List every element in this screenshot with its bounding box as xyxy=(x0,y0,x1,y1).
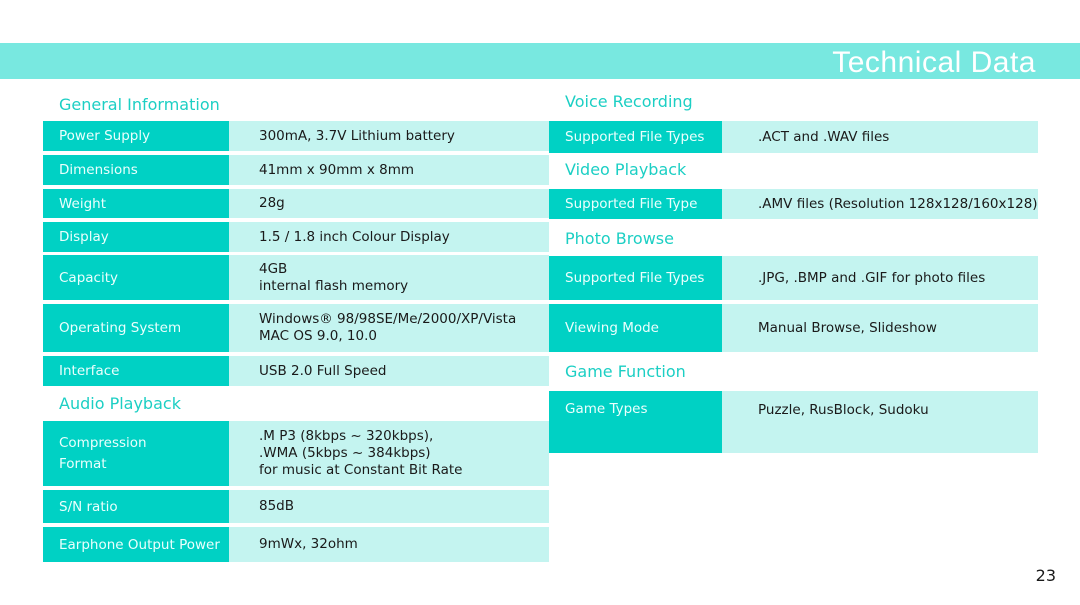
spec-row-video-file-type: Supported File Type .AMV files (Resoluti… xyxy=(549,189,1038,219)
spec-value-line: 1.5 / 1.8 inch Colour Display xyxy=(259,228,450,245)
section-title-game: Game Function xyxy=(565,362,686,381)
spec-value-line: USB 2.0 Full Speed xyxy=(259,362,387,379)
spec-row-viewing-mode: Viewing Mode Manual Browse, Slideshow xyxy=(549,304,1038,352)
spec-label-line: Compression xyxy=(59,434,147,451)
spec-value: Windows® 98/98SE/Me/2000/XP/Vista MAC OS… xyxy=(229,304,549,352)
spec-label: Supported File Types xyxy=(549,121,722,153)
spec-value-line: 4GB xyxy=(259,260,288,277)
spec-value-line: for music at Constant Bit Rate xyxy=(259,462,463,478)
spec-row-operating-system: Operating System Windows® 98/98SE/Me/200… xyxy=(43,304,549,352)
spec-label: Interface xyxy=(43,356,229,386)
page-number: 23 xyxy=(1035,566,1056,585)
spec-value-line: 41mm x 90mm x 8mm xyxy=(259,161,414,178)
spec-value: .ACT and .WAV files xyxy=(722,121,1038,153)
spec-row-weight: Weight 28g xyxy=(43,189,549,218)
spec-row-voice-file-types: Supported File Types .ACT and .WAV files xyxy=(549,121,1038,153)
spec-value: Manual Browse, Slideshow xyxy=(722,304,1038,352)
spec-row-compression-format: Compression Format .M P3 (8kbps ~ 320kbp… xyxy=(43,421,549,486)
spec-value: Puzzle, RusBlock, Sudoku xyxy=(722,391,1038,453)
spec-value: 85dB xyxy=(229,490,549,523)
spec-value: .AMV files (Resolution 128x128/160x128) xyxy=(722,189,1038,219)
section-title-general: General Information xyxy=(59,95,220,114)
spec-row-power-supply: Power Supply 300mA, 3.7V Lithium battery xyxy=(43,121,549,151)
spec-value-line: 9mWx, 32ohm xyxy=(259,536,358,552)
spec-row-dimensions: Dimensions 41mm x 90mm x 8mm xyxy=(43,155,549,185)
spec-row-capacity: Capacity 4GB internal flash memory xyxy=(43,255,549,300)
spec-value-line: .AMV files (Resolution 128x128/160x128) xyxy=(758,195,1038,212)
spec-row-interface: Interface USB 2.0 Full Speed xyxy=(43,356,549,386)
spec-label: S/N ratio xyxy=(43,490,229,523)
spec-label: Supported File Types xyxy=(549,256,722,300)
spec-value: 41mm x 90mm x 8mm xyxy=(229,155,549,185)
spec-label: Viewing Mode xyxy=(549,304,722,352)
spec-label: Dimensions xyxy=(43,155,229,185)
spec-value: .M P3 (8kbps ~ 320kbps), .WMA (5kbps ~ 3… xyxy=(229,421,549,486)
spec-label: Weight xyxy=(43,189,229,218)
spec-row-photo-file-types: Supported File Types .JPG, .BMP and .GIF… xyxy=(549,256,1038,300)
spec-value: 28g xyxy=(229,189,549,218)
section-title-photo: Photo Browse xyxy=(565,229,674,248)
spec-value-line: 28g xyxy=(259,195,285,211)
spec-value-line: 300mA, 3.7V Lithium battery xyxy=(259,127,455,144)
spec-label: Earphone Output Power xyxy=(43,527,229,562)
spec-value-line: .WMA (5kbps ~ 384kbps) xyxy=(259,445,431,461)
spec-label: Power Supply xyxy=(43,121,229,151)
spec-value: .JPG, .BMP and .GIF for photo files xyxy=(722,256,1038,300)
spec-row-sn-ratio: S/N ratio 85dB xyxy=(43,490,549,523)
spec-label: Supported File Type xyxy=(549,189,722,219)
spec-label: Operating System xyxy=(43,304,229,352)
spec-value-line: 85dB xyxy=(259,498,295,514)
page-title: Technical Data xyxy=(832,46,1036,79)
spec-value-line: Puzzle, RusBlock, Sudoku xyxy=(758,402,929,418)
section-title-video: Video Playback xyxy=(565,160,687,179)
spec-row-game-types: Game Types Puzzle, RusBlock, Sudoku xyxy=(549,391,1038,453)
spec-value: 9mWx, 32ohm xyxy=(229,527,549,562)
spec-label: Game Types xyxy=(549,391,722,453)
spec-value-line: .JPG, .BMP and .GIF for photo files xyxy=(758,269,986,286)
section-title-audio: Audio Playback xyxy=(59,394,181,413)
spec-value-line: internal flash memory xyxy=(259,277,409,294)
spec-value: USB 2.0 Full Speed xyxy=(229,356,549,386)
spec-row-display: Display 1.5 / 1.8 inch Colour Display xyxy=(43,222,549,252)
spec-value: 4GB internal flash memory xyxy=(229,255,549,300)
spec-value-line: MAC OS 9.0, 10.0 xyxy=(259,328,377,344)
spec-value-line: Windows® 98/98SE/Me/2000/XP/Vista xyxy=(259,311,517,327)
spec-label: Compression Format xyxy=(43,421,229,486)
spec-value-line: Manual Browse, Slideshow xyxy=(758,319,937,336)
spec-value: 1.5 / 1.8 inch Colour Display xyxy=(229,222,549,252)
section-title-voice: Voice Recording xyxy=(565,92,693,111)
spec-value: 300mA, 3.7V Lithium battery xyxy=(229,121,549,151)
spec-label: Display xyxy=(43,222,229,252)
spec-value-line: .M P3 (8kbps ~ 320kbps), xyxy=(259,428,434,444)
spec-row-earphone-output: Earphone Output Power 9mWx, 32ohm xyxy=(43,527,549,562)
spec-label: Capacity xyxy=(43,255,229,300)
spec-value-line: .ACT and .WAV files xyxy=(758,128,890,145)
spec-label-line: Format xyxy=(59,455,107,472)
